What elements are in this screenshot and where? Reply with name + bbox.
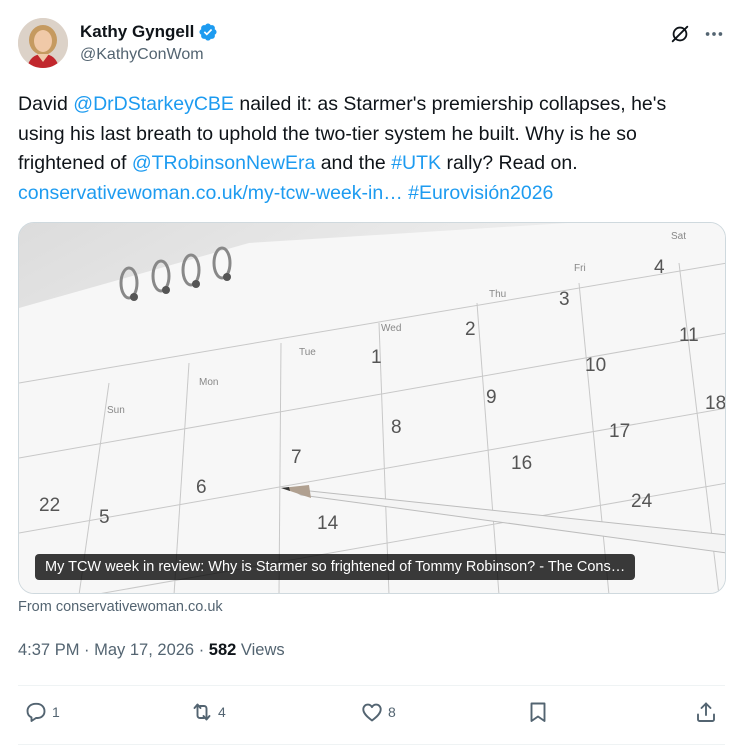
like-count: 8: [388, 704, 396, 720]
link-card[interactable]: Sun Mon Tue Wed Thu Fri Sat 1 2 3 4 5 6 …: [18, 222, 726, 594]
share-icon: [697, 702, 715, 722]
action-bar: 1 4 8: [18, 700, 725, 732]
card-caption: My TCW week in review: Why is Starmer so…: [35, 554, 636, 580]
url-link[interactable]: conservativewoman.co.uk/my-tcw-week-in…: [18, 182, 403, 204]
calendar-number: 3: [559, 289, 570, 310]
tweet-text-part: and the: [315, 152, 392, 174]
hashtag-link[interactable]: #UTK: [391, 152, 441, 174]
mention-link[interactable]: @TRobinsonNewEra: [132, 152, 315, 174]
divider: [18, 744, 725, 745]
hashtag-link[interactable]: #Eurovisión2026: [408, 182, 553, 204]
repost-count: 4: [218, 704, 226, 720]
card-image: Sun Mon Tue Wed Thu Fri Sat 1 2 3 4 5 6 …: [19, 223, 726, 593]
repost-icon: [193, 703, 211, 721]
reply-icon: [26, 702, 46, 722]
like-icon: [362, 703, 382, 722]
author-handle[interactable]: @KathyConWom: [80, 46, 204, 64]
bookmark-button[interactable]: [526, 700, 550, 724]
reply-button[interactable]: 1: [24, 700, 60, 724]
tweet-time[interactable]: 4:37 PM: [18, 641, 79, 659]
more-icon[interactable]: [703, 23, 725, 45]
meta-separator: ·: [194, 641, 209, 659]
like-button[interactable]: 8: [360, 700, 396, 724]
mention-link[interactable]: @DrDStarkeyCBE: [73, 93, 234, 115]
calendar-number: 6: [196, 477, 207, 498]
calendar-day: Tue: [299, 347, 316, 358]
tweet-text: David @DrDStarkeyCBE nailed it: as Starm…: [18, 90, 718, 208]
tweet-header: Kathy Gyngell @KathyConWom: [18, 18, 725, 70]
tweet-text-part: rally? Read on.: [441, 152, 578, 174]
author-name-row: Kathy Gyngell: [80, 22, 218, 42]
calendar-day: Mon: [199, 377, 218, 388]
divider: [18, 685, 725, 686]
views-label: Views: [236, 641, 285, 659]
calendar-number: 9: [486, 387, 497, 408]
calendar-day: Thu: [489, 289, 506, 300]
share-button[interactable]: [694, 700, 718, 724]
calendar-day: Sat: [671, 231, 686, 242]
verified-badge-icon: [199, 23, 217, 41]
calendar-number: 17: [609, 421, 630, 442]
tweet-text-part: David: [18, 93, 74, 115]
bookmark-icon: [530, 702, 546, 722]
tweet-date[interactable]: May 17, 2026: [94, 641, 194, 659]
calendar-number: 7: [291, 447, 302, 468]
calendar-number: 10: [585, 355, 606, 376]
calendar-number: 2: [465, 319, 476, 340]
calendar-number: 22: [39, 495, 60, 516]
calendar-day: Fri: [574, 263, 586, 274]
calendar-day: Wed: [381, 323, 401, 334]
calendar-number: 5: [99, 507, 110, 528]
calendar-number: 24: [631, 491, 653, 512]
views-count: 582: [208, 641, 237, 659]
card-source[interactable]: From conservativewoman.co.uk: [18, 599, 223, 615]
meta-separator: ·: [79, 641, 95, 659]
grok-icon[interactable]: [669, 23, 691, 45]
calendar-number: 16: [511, 453, 532, 474]
calendar-number: 11: [679, 325, 699, 346]
calendar-number: 14: [317, 513, 339, 534]
calendar-number: 8: [391, 417, 402, 438]
calendar-number: 4: [654, 257, 665, 278]
reply-count: 1: [52, 704, 60, 720]
repost-button[interactable]: 4: [190, 700, 226, 724]
calendar-number: 1: [371, 347, 382, 368]
author-name[interactable]: Kathy Gyngell: [80, 22, 194, 42]
calendar-day: Sun: [107, 405, 125, 416]
calendar-number: 18: [705, 393, 726, 414]
tweet-meta: 4:37 PM · May 17, 2026 · 582 Views: [18, 641, 285, 660]
avatar[interactable]: [18, 18, 68, 68]
